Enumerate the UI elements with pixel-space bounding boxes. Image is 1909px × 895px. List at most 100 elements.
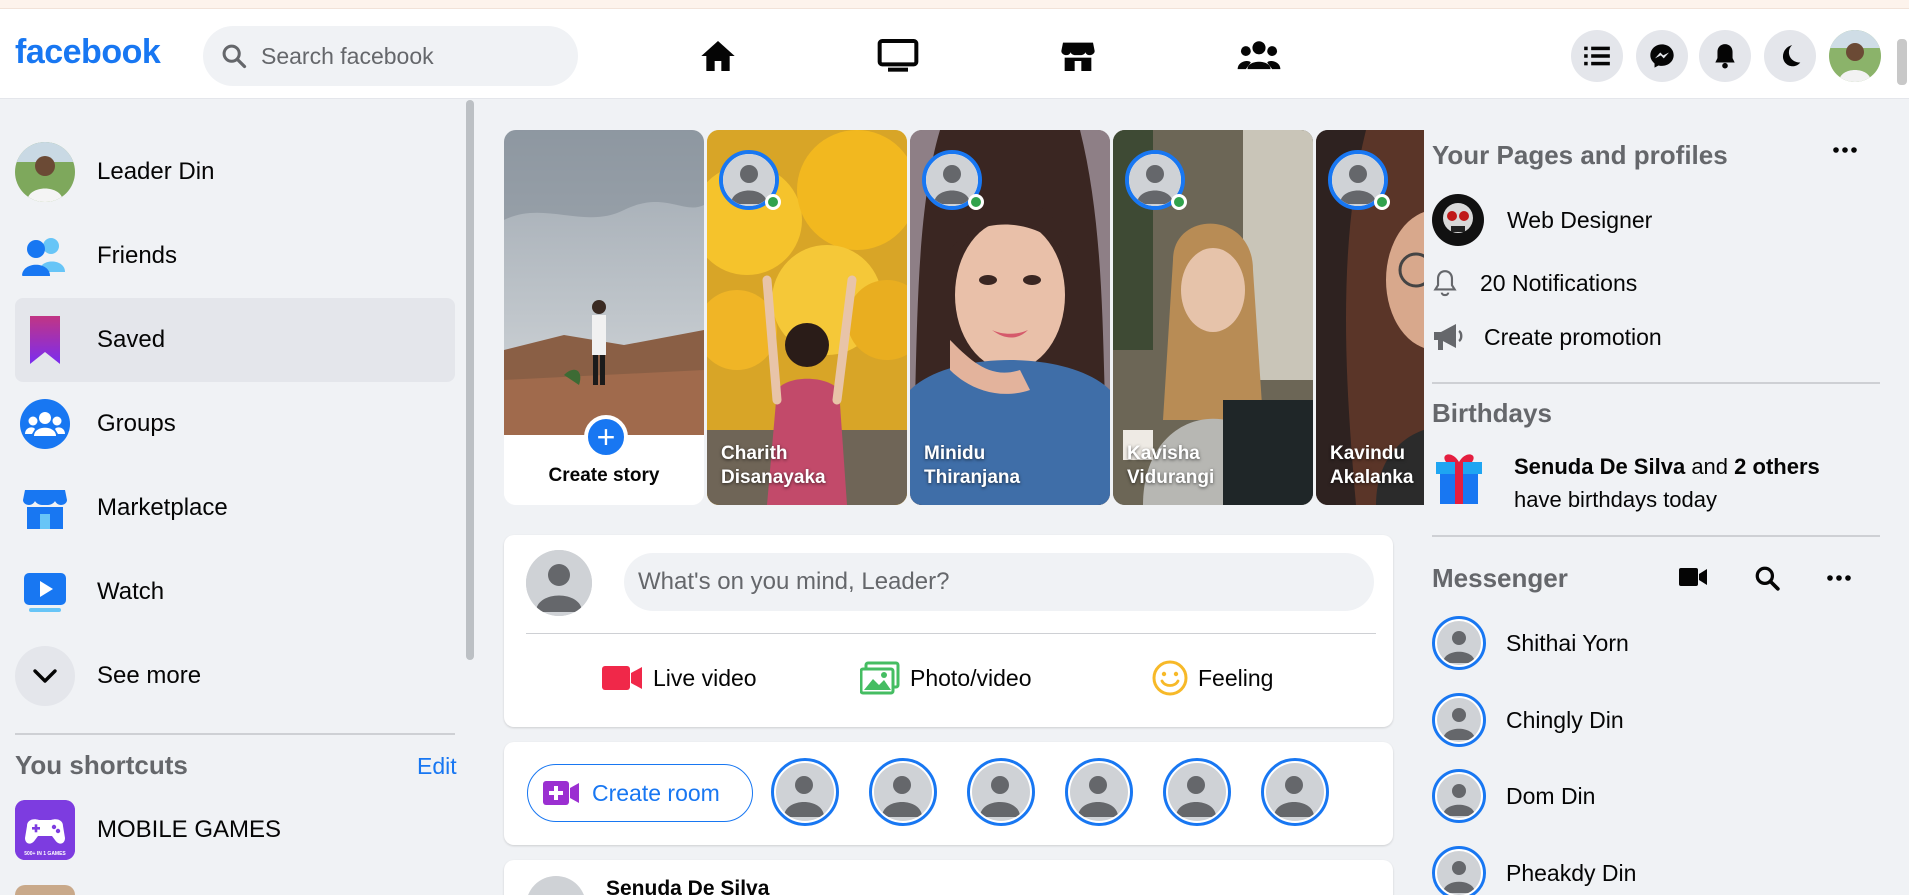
groups-icon[interactable]: [1230, 27, 1288, 85]
megaphone-icon: [1432, 322, 1466, 352]
story-card[interactable]: Kavisha Vidurangi: [1113, 130, 1313, 505]
story-name: Charith Disanayaka: [721, 443, 826, 488]
sidebar-item-label: Saved: [97, 326, 166, 353]
birthday-text: Senuda De Silva and 2 others have birthd…: [1514, 454, 1820, 512]
room-avatar[interactable]: [771, 758, 839, 826]
divider: [15, 733, 455, 735]
bookmark-icon: [15, 310, 75, 370]
contact-name: Shithai Yorn: [1506, 629, 1629, 656]
room-avatar[interactable]: [869, 758, 937, 826]
contact-name: Pheakdy Din: [1506, 859, 1637, 886]
more-options-icon[interactable]: [1832, 137, 1858, 168]
search-icon[interactable]: [1754, 565, 1780, 596]
home-icon[interactable]: [689, 27, 747, 85]
story-card[interactable]: Charith Disanayaka: [707, 130, 907, 505]
notifications-item[interactable]: 20 Notifications: [1432, 268, 1637, 298]
bell-icon[interactable]: [1699, 30, 1751, 82]
search-input[interactable]: Search facebook: [261, 43, 434, 70]
contact-item[interactable]: Chingly Din: [1432, 693, 1624, 747]
notifications-label: 20 Notifications: [1480, 269, 1638, 296]
story-card[interactable]: Kavindu Akalanka: [1316, 130, 1424, 505]
svg-text:500+ IN 1 GAMES: 500+ IN 1 GAMES: [24, 851, 66, 857]
sidebar-item-label: Marketplace: [97, 494, 228, 521]
facebook-logo[interactable]: facebook: [15, 33, 161, 72]
post-input[interactable]: What's on you mind, Leader?: [624, 553, 1374, 611]
sidebar-item-label: See more: [97, 662, 202, 689]
room-avatar[interactable]: [967, 758, 1035, 826]
scrollbar[interactable]: [466, 100, 474, 660]
sidebar-item-watch[interactable]: Watch: [15, 550, 455, 634]
create-promotion-label: Create promotion: [1484, 323, 1662, 350]
left-sidebar: Leader Din Friends Saved Groups Marketpl…: [0, 100, 474, 895]
sidebar-item-saved[interactable]: Saved: [15, 298, 455, 382]
post-author[interactable]: Senuda De Silva: [606, 877, 769, 895]
sidebar-item-groups[interactable]: Groups: [15, 382, 455, 466]
sidebar-item-label: MOBILE GAMES: [97, 816, 282, 843]
video-camera-icon: [601, 663, 643, 693]
page-web-designer[interactable]: Web Designer: [1432, 194, 1652, 246]
contact-name: Dom Din: [1506, 782, 1596, 809]
profile-avatar[interactable]: [1829, 30, 1881, 82]
create-story-photo: [504, 130, 704, 435]
room-avatar[interactable]: [1163, 758, 1231, 826]
sidebar-item-profile[interactable]: Leader Din: [15, 130, 455, 214]
sidebar-item-marketplace[interactable]: Marketplace: [15, 466, 455, 550]
create-story-card[interactable]: + Create story: [504, 130, 704, 505]
contact-item[interactable]: Pheakdy Din: [1432, 846, 1636, 895]
more-options-icon[interactable]: [1826, 565, 1852, 596]
menu-list-icon[interactable]: [1571, 30, 1623, 82]
contact-item[interactable]: Dom Din: [1432, 769, 1595, 823]
dark-mode-moon-icon[interactable]: [1764, 30, 1816, 82]
online-indicator: [968, 194, 984, 210]
sidebar-item-mobile-games[interactable]: 500+ IN 1 GAMES MOBILE GAMES: [15, 788, 455, 872]
room-avatar[interactable]: [1065, 758, 1133, 826]
online-indicator: [765, 194, 781, 210]
top-navbar: facebook Search facebook: [0, 9, 1909, 99]
photo-icon: [860, 661, 900, 695]
marketplace-store-icon[interactable]: [1049, 27, 1107, 85]
post-composer: What's on you mind, Leader? Live video P…: [504, 535, 1393, 727]
create-room-label: Create room: [592, 779, 720, 806]
contact-name: Chingly Din: [1506, 706, 1624, 733]
shortcuts-edit-link[interactable]: Edit: [417, 753, 457, 780]
messenger-icon[interactable]: [1636, 30, 1688, 82]
search-box[interactable]: Search facebook: [203, 26, 578, 86]
live-video-button[interactable]: Live video: [601, 653, 757, 703]
watch-icon: [15, 562, 75, 622]
feeling-button[interactable]: Feeling: [1152, 653, 1273, 703]
story-card[interactable]: Minidu Thiranjana: [910, 130, 1110, 505]
divider: [1432, 535, 1880, 537]
marketplace-icon: [15, 478, 75, 538]
room-avatar[interactable]: [1261, 758, 1329, 826]
create-promotion-item[interactable]: Create promotion: [1432, 322, 1662, 352]
page-name: Web Designer: [1507, 206, 1653, 233]
search-icon: [217, 39, 251, 73]
birthday-name[interactable]: Senuda De Silva: [1514, 454, 1685, 479]
birthday-others[interactable]: 2 others: [1734, 454, 1820, 479]
watch-tv-icon[interactable]: [869, 27, 927, 85]
birthdays-title: Birthdays: [1432, 398, 1552, 428]
sidebar-item-friends[interactable]: Friends: [15, 214, 455, 298]
plus-icon[interactable]: +: [584, 415, 628, 459]
stories-row: + Create story Charith Disanayaka Minidu…: [504, 130, 1424, 505]
online-indicator: [1171, 194, 1187, 210]
create-room-button[interactable]: Create room: [527, 764, 753, 822]
create-story-label: Create story: [548, 465, 660, 486]
profile-avatar: [15, 142, 75, 202]
groups-icon: [15, 394, 75, 454]
shortcuts-title: You shortcuts: [15, 750, 188, 780]
post-card: Senuda De Silva: [504, 860, 1393, 895]
avatar: [526, 550, 592, 616]
avatar: [526, 876, 586, 895]
video-call-icon[interactable]: [1678, 566, 1708, 593]
scrollbar[interactable]: [1897, 39, 1907, 85]
sidebar-item-label: Leader Din: [97, 158, 215, 185]
rooms-card: Create room: [504, 742, 1393, 845]
avatar: [1432, 769, 1486, 823]
sidebar-item-see-more[interactable]: See more: [15, 634, 455, 718]
right-sidebar: Your Pages and profiles Web Designer 20 …: [1424, 100, 1909, 895]
photo-video-button[interactable]: Photo/video: [860, 653, 1031, 703]
gift-icon: [1432, 448, 1486, 513]
sidebar-item-label: Groups: [97, 410, 176, 437]
contact-item[interactable]: Shithai Yorn: [1432, 616, 1629, 670]
